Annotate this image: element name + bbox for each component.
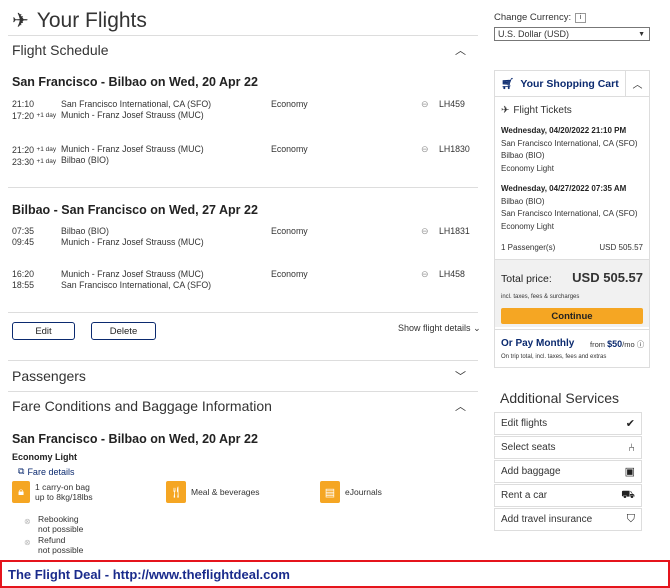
carry-on-feature: 🔒︎ 1 carry-on bag up to 8kg/18lbs <box>12 481 93 503</box>
external-link-icon: ⧉ <box>18 466 25 476</box>
page-title: ✈ Your Flights <box>12 8 147 33</box>
meal-feature: 🍴︎ Meal & beverages <box>166 481 260 503</box>
passengers-header[interactable]: Passengers ﹀ <box>12 368 470 384</box>
pay-monthly[interactable]: Or Pay Monthly from $50/mo ⓘ On trip tot… <box>495 329 649 367</box>
cart-icon: 🛒︎ <box>501 78 515 90</box>
edit-flights-service[interactable]: Edit flights ✔ <box>494 412 642 435</box>
additional-services-title: Additional Services <box>500 390 620 406</box>
chevron-down-icon[interactable]: ﹀ <box>455 368 470 384</box>
divider <box>8 391 478 392</box>
fare-conditions-header[interactable]: Fare Conditions and Baggage Information … <box>12 398 470 414</box>
info-icon[interactable]: i <box>575 12 587 23</box>
info-icon[interactable]: ⓘ <box>637 340 645 349</box>
rent-car-service[interactable]: Rent a car ⛟ <box>494 484 642 507</box>
divider <box>8 35 478 36</box>
chevron-up-icon[interactable]: ︿ <box>455 398 470 414</box>
rebooking-condition: ⊗ Rebooking not possible <box>24 514 84 534</box>
cutlery-icon: 🍴︎ <box>166 481 186 503</box>
chevron-up-icon[interactable]: ︿ <box>625 70 649 97</box>
cart-trip: Wednesday, 04/20/2022 21:10 PM San Franc… <box>501 126 638 173</box>
divider <box>8 360 478 361</box>
fare-details-link[interactable]: ⧉ Fare details <box>18 466 74 477</box>
lock-icon: 🔒︎ <box>12 481 30 503</box>
flight-number[interactable]: LH1830 <box>439 144 470 154</box>
travel-insurance-service[interactable]: Add travel insurance ⛉ <box>494 508 642 531</box>
x-circle-icon: ⊗ <box>24 517 31 526</box>
outbound-route-title: San Francisco - Bilbao on Wed, 20 Apr 22 <box>12 75 258 89</box>
ejournals-feature: ▤ eJournals <box>320 481 382 503</box>
add-baggage-service[interactable]: Add baggage ▣ <box>494 460 642 483</box>
car-icon: ⛟ <box>621 488 635 501</box>
fare-name: Economy Light <box>12 452 77 462</box>
divider <box>8 312 478 313</box>
baggage-icon: ▣ <box>624 466 635 478</box>
edit-button[interactable]: Edit <box>12 322 75 340</box>
divider <box>8 187 478 188</box>
flight-number[interactable]: LH1831 <box>439 226 470 236</box>
status-icon: ⊖ <box>421 144 429 154</box>
select-seats-service[interactable]: Select seats ⑃ <box>494 436 642 459</box>
check-icon: ✔ <box>625 418 635 430</box>
flight-number[interactable]: LH458 <box>439 269 465 279</box>
currency-label: Change Currency: i <box>494 12 587 23</box>
refund-condition: ⊗ Refund not possible <box>24 535 84 555</box>
cart-header[interactable]: 🛒︎ Your Shopping Cart ︿ <box>495 70 649 97</box>
plane-icon: ✈ <box>501 105 510 116</box>
flight-tickets-label: ✈ Flight Tickets <box>501 105 572 116</box>
passenger-count: 1 Passenger(s) USD 505.57 <box>501 243 643 252</box>
fare-route-title: San Francisco - Bilbao on Wed, 20 Apr 22 <box>12 432 258 446</box>
plane-icon: ✈ <box>12 10 29 32</box>
shield-icon: ⛉ <box>626 513 635 525</box>
caret-down-icon: ▼ <box>638 30 645 38</box>
shopping-cart: 🛒︎ Your Shopping Cart ︿ ✈ Flight Tickets … <box>494 70 650 368</box>
status-icon: ⊖ <box>421 226 429 236</box>
seat-icon: ⑃ <box>628 441 635 454</box>
flight-schedule-header[interactable]: Flight Schedule ︿ <box>12 42 470 58</box>
footer-banner[interactable]: The Flight Deal - http://www.theflightde… <box>0 560 670 588</box>
chevron-down-icon: ⌄ <box>473 323 481 333</box>
x-circle-icon: ⊗ <box>24 538 31 547</box>
show-flight-details-link[interactable]: Show flight details ⌄ <box>398 323 481 334</box>
total-price: USD 505.57 <box>572 270 643 285</box>
total-box: Total price: USD 505.57 incl. taxes, fee… <box>495 259 649 327</box>
flight-number[interactable]: LH459 <box>439 99 465 109</box>
status-icon: ⊖ <box>421 269 429 279</box>
continue-button[interactable]: Continue <box>501 308 643 324</box>
inbound-route-title: Bilbao - San Francisco on Wed, 27 Apr 22 <box>12 203 258 217</box>
delete-button[interactable]: Delete <box>91 322 156 340</box>
currency-select[interactable]: U.S. Dollar (USD) ▼ <box>494 27 650 41</box>
chevron-up-icon[interactable]: ︿ <box>455 42 470 58</box>
cart-trip: Wednesday, 04/27/2022 07:35 AM Bilbao (B… <box>501 184 638 231</box>
main-content: ✈ Your Flights Flight Schedule ︿ San Fra… <box>0 0 482 560</box>
journal-icon: ▤ <box>320 481 340 503</box>
status-icon: ⊖ <box>421 99 429 109</box>
